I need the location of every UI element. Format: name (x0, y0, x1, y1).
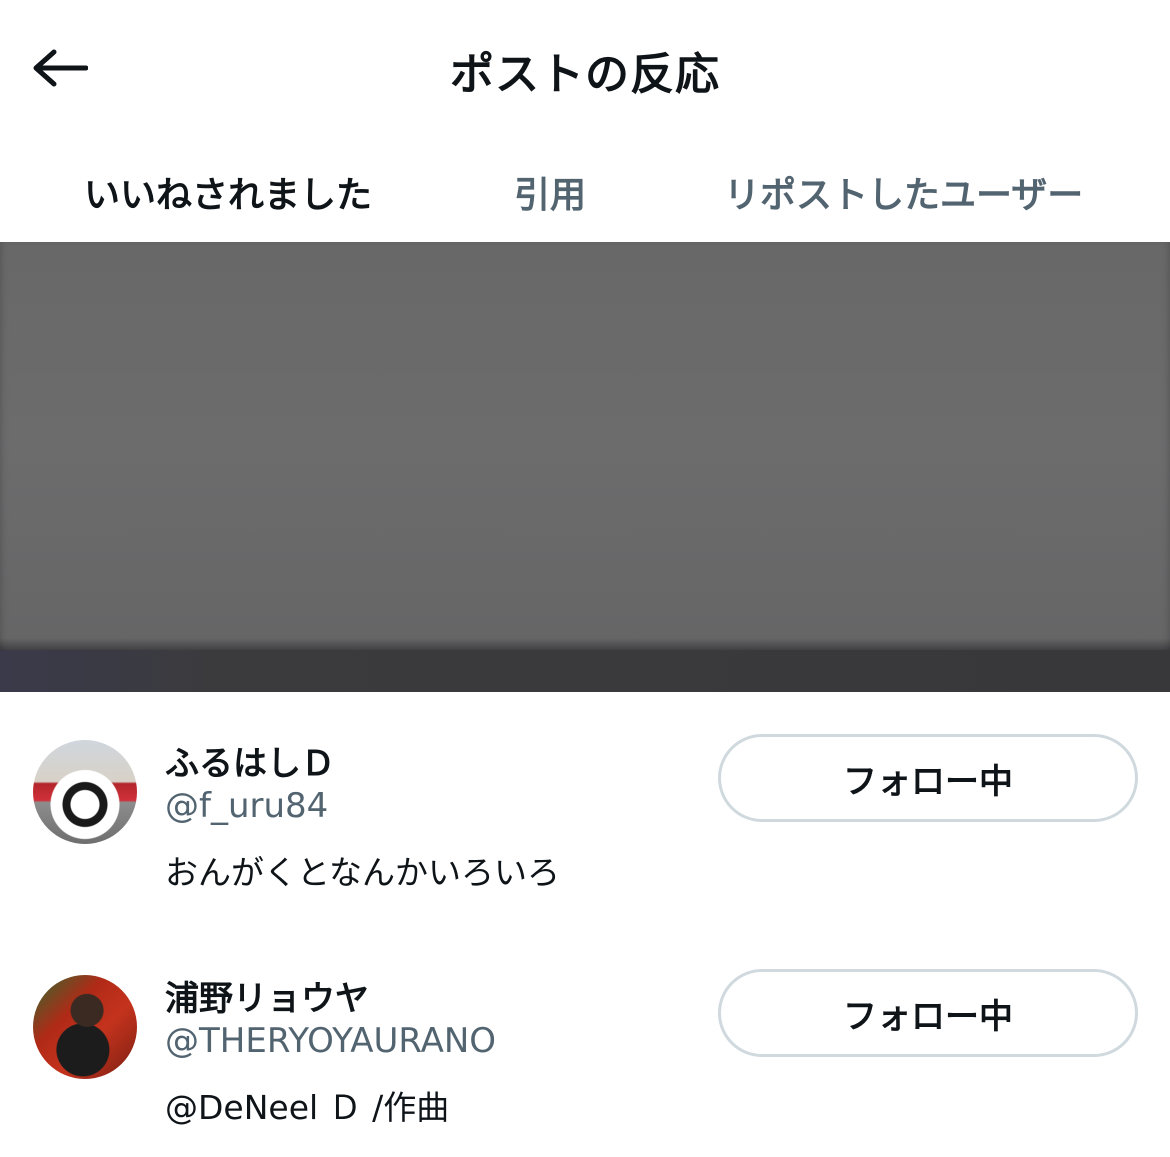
following-button[interactable]: フォロー中 (718, 734, 1138, 822)
user-list-item[interactable]: ふるはしＤ @f_uru84 おんがくとなんかいろいろ フォロー中 (0, 720, 1170, 920)
redacted-overlay (0, 242, 1170, 692)
user-handle: @f_uru84 (165, 786, 329, 826)
page-title: ポストの反応 (450, 49, 720, 100)
tab-likes[interactable]: いいねされました (84, 150, 372, 242)
tab-reposts[interactable]: リポストしたユーザー (724, 150, 1083, 242)
avatar[interactable] (33, 740, 137, 844)
user-list-item[interactable]: 浦野リョウヤ @THERYOYAURANO @DeNeel Ｄ /作曲 フォロー… (0, 955, 1170, 1155)
user-handle: @THERYOYAURANO (165, 1021, 497, 1061)
redacted-overlay-edge (0, 650, 1170, 692)
user-bio: おんがくとなんかいろいろ (165, 853, 561, 892)
tab-quotes[interactable]: 引用 (514, 150, 586, 242)
user-display-name: ふるはしＤ (165, 744, 335, 784)
user-bio: @DeNeel Ｄ /作曲 (165, 1088, 450, 1127)
user-display-name: 浦野リョウヤ (165, 979, 369, 1019)
following-button[interactable]: フォロー中 (718, 969, 1138, 1057)
header-bar: ポストの反応 (0, 0, 1170, 130)
tab-bar: いいねされました 引用 リポストしたユーザー (0, 150, 1170, 242)
avatar[interactable] (33, 975, 137, 1079)
